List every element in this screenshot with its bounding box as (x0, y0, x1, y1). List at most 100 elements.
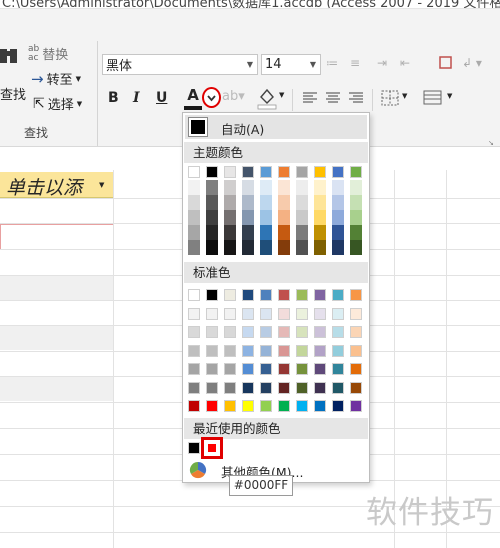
standard-color-swatch[interactable] (314, 381, 326, 394)
align-right-icon[interactable] (348, 91, 364, 105)
outdent-icon[interactable]: ⇤ (400, 56, 422, 74)
theme-color-swatch[interactable] (224, 210, 236, 225)
standard-color-swatch[interactable] (296, 400, 308, 412)
select-button[interactable]: ⇱ 选择 ▼ (33, 94, 82, 114)
standard-color-swatch[interactable] (188, 363, 200, 375)
theme-color-swatch[interactable] (278, 195, 290, 210)
theme-color-swatch[interactable] (206, 225, 218, 240)
theme-color-swatch[interactable] (224, 166, 236, 178)
standard-color-swatch[interactable] (350, 344, 362, 357)
standard-color-swatch[interactable] (206, 307, 218, 320)
theme-color-swatch[interactable] (332, 180, 344, 195)
standard-color-swatch[interactable] (188, 344, 200, 357)
standard-color-swatch[interactable] (278, 344, 290, 357)
theme-color-swatch[interactable] (260, 166, 272, 178)
theme-color-swatch[interactable] (314, 225, 326, 240)
highlight-color-button[interactable]: ab▾ (222, 89, 245, 104)
theme-color-swatch[interactable] (332, 195, 344, 210)
standard-color-swatch[interactable] (188, 381, 200, 394)
theme-color-swatch[interactable] (296, 210, 308, 225)
theme-color-swatch[interactable] (188, 180, 200, 195)
theme-color-swatch[interactable] (188, 195, 200, 210)
indent-icon[interactable]: ⇥ (377, 56, 399, 74)
standard-color-swatch[interactable] (242, 363, 254, 375)
theme-color-swatch[interactable] (224, 180, 236, 195)
theme-color-swatch[interactable] (242, 240, 254, 255)
standard-color-swatch[interactable] (224, 289, 236, 301)
standard-color-swatch[interactable] (314, 326, 326, 338)
standard-color-swatch[interactable] (206, 289, 218, 301)
standard-color-swatch[interactable] (332, 326, 344, 338)
theme-color-swatch[interactable] (242, 225, 254, 240)
standard-color-swatch[interactable] (260, 363, 272, 375)
standard-color-swatch[interactable] (314, 400, 326, 412)
theme-color-swatch[interactable] (332, 166, 344, 178)
recent-color-swatch[interactable] (188, 442, 200, 454)
theme-color-swatch[interactable] (350, 240, 362, 255)
standard-color-swatch[interactable] (242, 381, 254, 394)
alternate-row-color-button[interactable]: ▼ (423, 89, 457, 109)
theme-color-swatch[interactable] (332, 240, 344, 255)
standard-color-swatch[interactable] (242, 307, 254, 320)
theme-color-swatch[interactable] (278, 180, 290, 195)
standard-color-swatch[interactable] (260, 344, 272, 357)
standard-color-swatch[interactable] (350, 307, 362, 320)
replace-button[interactable]: ab ac 替换 (28, 44, 68, 63)
recent-color-swatch-selected[interactable] (201, 437, 223, 459)
find-binoculars-icon[interactable] (0, 41, 20, 71)
standard-color-swatch[interactable] (296, 289, 308, 301)
theme-color-swatch[interactable] (296, 240, 308, 255)
standard-color-swatch[interactable] (260, 307, 272, 320)
theme-color-swatch[interactable] (350, 225, 362, 240)
standard-color-swatch[interactable] (224, 307, 236, 320)
theme-color-swatch[interactable] (296, 195, 308, 210)
find-button-label[interactable]: 查找 (0, 84, 26, 103)
standard-color-swatch[interactable] (206, 326, 218, 338)
align-center-icon[interactable] (325, 91, 341, 105)
standard-color-swatch[interactable] (332, 381, 344, 394)
theme-color-swatch[interactable] (314, 195, 326, 210)
standard-color-swatch[interactable] (332, 363, 344, 375)
standard-color-swatch[interactable] (224, 344, 236, 357)
standard-color-swatch[interactable] (188, 289, 200, 301)
standard-color-swatch[interactable] (314, 344, 326, 357)
standard-color-swatch[interactable] (350, 363, 362, 375)
standard-color-swatch[interactable] (332, 400, 344, 412)
theme-color-swatch[interactable] (242, 195, 254, 210)
bold-button[interactable]: B (108, 90, 119, 106)
standard-color-swatch[interactable] (242, 344, 254, 357)
theme-color-swatch[interactable] (314, 240, 326, 255)
standard-color-swatch[interactable] (296, 326, 308, 338)
align-left-icon[interactable] (302, 91, 318, 105)
theme-color-swatch[interactable] (278, 210, 290, 225)
standard-color-swatch[interactable] (314, 307, 326, 320)
theme-color-swatch[interactable] (350, 210, 362, 225)
standard-color-swatch[interactable] (188, 307, 200, 320)
standard-color-swatch[interactable] (206, 381, 218, 394)
theme-color-swatch[interactable] (314, 180, 326, 195)
theme-color-swatch[interactable] (296, 166, 308, 178)
standard-color-swatch[interactable] (242, 400, 254, 412)
right-to-left-icon[interactable] (438, 53, 456, 73)
paragraph-direction-icon[interactable]: ↲ ▾ (462, 56, 490, 74)
standard-color-swatch[interactable] (224, 363, 236, 375)
theme-color-swatch[interactable] (260, 180, 272, 195)
theme-color-swatch[interactable] (188, 210, 200, 225)
standard-color-swatch[interactable] (350, 400, 362, 412)
theme-color-swatch[interactable] (206, 240, 218, 255)
automatic-color-item[interactable]: 自动(A) (185, 115, 367, 139)
theme-color-swatch[interactable] (224, 225, 236, 240)
standard-color-swatch[interactable] (332, 289, 344, 301)
dialog-launcher-icon[interactable]: ↘ (488, 139, 496, 147)
standard-color-swatch[interactable] (206, 400, 218, 412)
theme-color-swatch[interactable] (224, 240, 236, 255)
theme-color-swatch[interactable] (188, 166, 200, 178)
theme-color-swatch[interactable] (242, 180, 254, 195)
theme-color-swatch[interactable] (260, 210, 272, 225)
numbering-icon[interactable]: ≡ (350, 56, 370, 74)
font-color-dropdown-button[interactable] (202, 87, 221, 108)
theme-color-swatch[interactable] (188, 225, 200, 240)
standard-color-swatch[interactable] (350, 381, 362, 394)
theme-color-swatch[interactable] (350, 195, 362, 210)
theme-color-swatch[interactable] (350, 166, 362, 178)
